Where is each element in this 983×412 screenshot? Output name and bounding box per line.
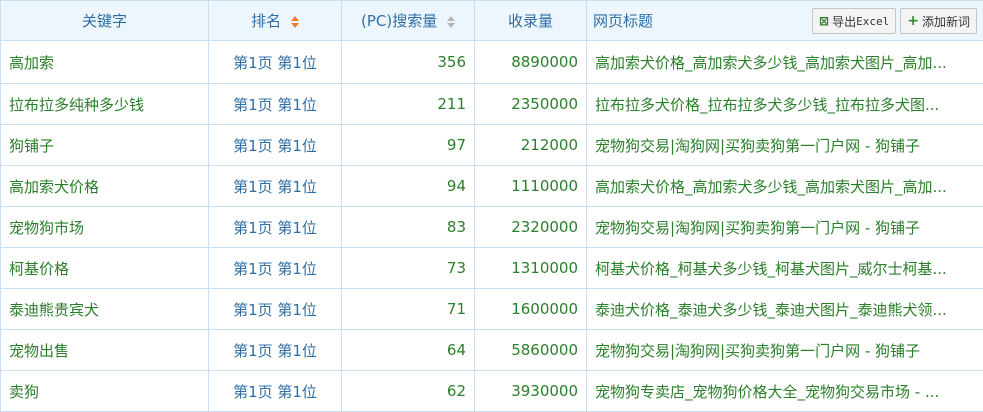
- column-header-page-title: 网页标题 ⊠ 导出Excel + 添加新词: [587, 1, 983, 41]
- volume-cell: 97: [342, 125, 475, 166]
- excel-icon: ⊠: [819, 14, 829, 28]
- export-excel-button[interactable]: ⊠ 导出Excel: [812, 8, 896, 34]
- keyword-cell[interactable]: 高加索犬价格: [1, 166, 209, 207]
- rank-cell: 第1页 第1位: [209, 41, 342, 84]
- volume-cell: 64: [342, 330, 475, 371]
- sort-icon[interactable]: [291, 16, 299, 28]
- volume-cell: 94: [342, 166, 475, 207]
- indexed-cell: 3930000: [475, 371, 587, 412]
- table-row: 卖狗第1页 第1位623930000宠物狗专卖店_宠物狗价格大全_宠物狗交易市场…: [1, 371, 983, 412]
- indexed-cell: 2320000: [475, 207, 587, 248]
- keyword-cell[interactable]: 拉布拉多纯种多少钱: [1, 84, 209, 125]
- indexed-cell: 1110000: [475, 166, 587, 207]
- rank-cell: 第1页 第1位: [209, 248, 342, 289]
- page-title-cell[interactable]: 宠物狗交易|淘狗网|买狗卖狗第一门户网 - 狗铺子: [587, 207, 983, 248]
- table-row: 宠物狗市场第1页 第1位832320000宠物狗交易|淘狗网|买狗卖狗第一门户网…: [1, 207, 983, 248]
- page-title-cell[interactable]: 泰迪犬价格_泰迪犬多少钱_泰迪犬图片_泰迪熊犬领...: [587, 289, 983, 330]
- add-keyword-button[interactable]: + 添加新词: [900, 8, 977, 34]
- rank-cell: 第1页 第1位: [209, 207, 342, 248]
- rank-cell: 第1页 第1位: [209, 330, 342, 371]
- column-header-pc-volume[interactable]: (PC)搜索量: [342, 1, 475, 41]
- indexed-cell: 212000: [475, 125, 587, 166]
- column-header-indexed[interactable]: 收录量: [475, 1, 587, 41]
- rank-cell: 第1页 第1位: [209, 84, 342, 125]
- indexed-cell: 5860000: [475, 330, 587, 371]
- keyword-cell[interactable]: 卖狗: [1, 371, 209, 412]
- column-header-keyword[interactable]: 关键字: [1, 1, 209, 41]
- page-title-cell[interactable]: 宠物狗专卖店_宠物狗价格大全_宠物狗交易市场 - ...: [587, 371, 983, 412]
- keyword-cell[interactable]: 宠物出售: [1, 330, 209, 371]
- keyword-cell[interactable]: 柯基价格: [1, 248, 209, 289]
- page-title-cell[interactable]: 高加索犬价格_高加索犬多少钱_高加索犬图片_高加...: [587, 166, 983, 207]
- table-row: 高加索犬价格第1页 第1位941110000高加索犬价格_高加索犬多少钱_高加索…: [1, 166, 983, 207]
- plus-icon: +: [907, 13, 919, 29]
- page-title-cell[interactable]: 柯基犬价格_柯基犬多少钱_柯基犬图片_威尔士柯基...: [587, 248, 983, 289]
- sort-icon[interactable]: [447, 16, 455, 28]
- keyword-cell[interactable]: 宠物狗市场: [1, 207, 209, 248]
- keyword-cell[interactable]: 泰迪熊贵宾犬: [1, 289, 209, 330]
- table-row: 狗铺子第1页 第1位97212000宠物狗交易|淘狗网|买狗卖狗第一门户网 - …: [1, 125, 983, 166]
- table-toolbar: ⊠ 导出Excel + 添加新词: [812, 8, 977, 34]
- page-title-cell[interactable]: 宠物狗交易|淘狗网|买狗卖狗第一门户网 - 狗铺子: [587, 330, 983, 371]
- keyword-ranking-table: 关键字 排名 (PC)搜索量 收录量 网页标题 ⊠ 导出Excel +: [0, 0, 983, 412]
- volume-cell: 62: [342, 371, 475, 412]
- page-title-cell[interactable]: 拉布拉多犬价格_拉布拉多犬多少钱_拉布拉多犬图...: [587, 84, 983, 125]
- indexed-cell: 2350000: [475, 84, 587, 125]
- table-row: 宠物出售第1页 第1位645860000宠物狗交易|淘狗网|买狗卖狗第一门户网 …: [1, 330, 983, 371]
- table-header-row: 关键字 排名 (PC)搜索量 收录量 网页标题 ⊠ 导出Excel +: [1, 1, 983, 41]
- page-title-cell[interactable]: 高加索犬价格_高加索犬多少钱_高加索犬图片_高加...: [587, 41, 983, 84]
- table-row: 泰迪熊贵宾犬第1页 第1位711600000泰迪犬价格_泰迪犬多少钱_泰迪犬图片…: [1, 289, 983, 330]
- rank-cell: 第1页 第1位: [209, 125, 342, 166]
- column-header-rank[interactable]: 排名: [209, 1, 342, 41]
- table-row: 高加索第1页 第1位3568890000高加索犬价格_高加索犬多少钱_高加索犬图…: [1, 41, 983, 84]
- volume-cell: 73: [342, 248, 475, 289]
- keyword-cell[interactable]: 狗铺子: [1, 125, 209, 166]
- keyword-cell[interactable]: 高加索: [1, 41, 209, 84]
- rank-cell: 第1页 第1位: [209, 289, 342, 330]
- page-title-cell[interactable]: 宠物狗交易|淘狗网|买狗卖狗第一门户网 - 狗铺子: [587, 125, 983, 166]
- indexed-cell: 1600000: [475, 289, 587, 330]
- indexed-cell: 1310000: [475, 248, 587, 289]
- indexed-cell: 8890000: [475, 41, 587, 84]
- table-row: 拉布拉多纯种多少钱第1页 第1位2112350000拉布拉多犬价格_拉布拉多犬多…: [1, 84, 983, 125]
- volume-cell: 71: [342, 289, 475, 330]
- volume-cell: 356: [342, 41, 475, 84]
- volume-cell: 211: [342, 84, 475, 125]
- volume-cell: 83: [342, 207, 475, 248]
- table-row: 柯基价格第1页 第1位731310000柯基犬价格_柯基犬多少钱_柯基犬图片_威…: [1, 248, 983, 289]
- rank-cell: 第1页 第1位: [209, 371, 342, 412]
- rank-cell: 第1页 第1位: [209, 166, 342, 207]
